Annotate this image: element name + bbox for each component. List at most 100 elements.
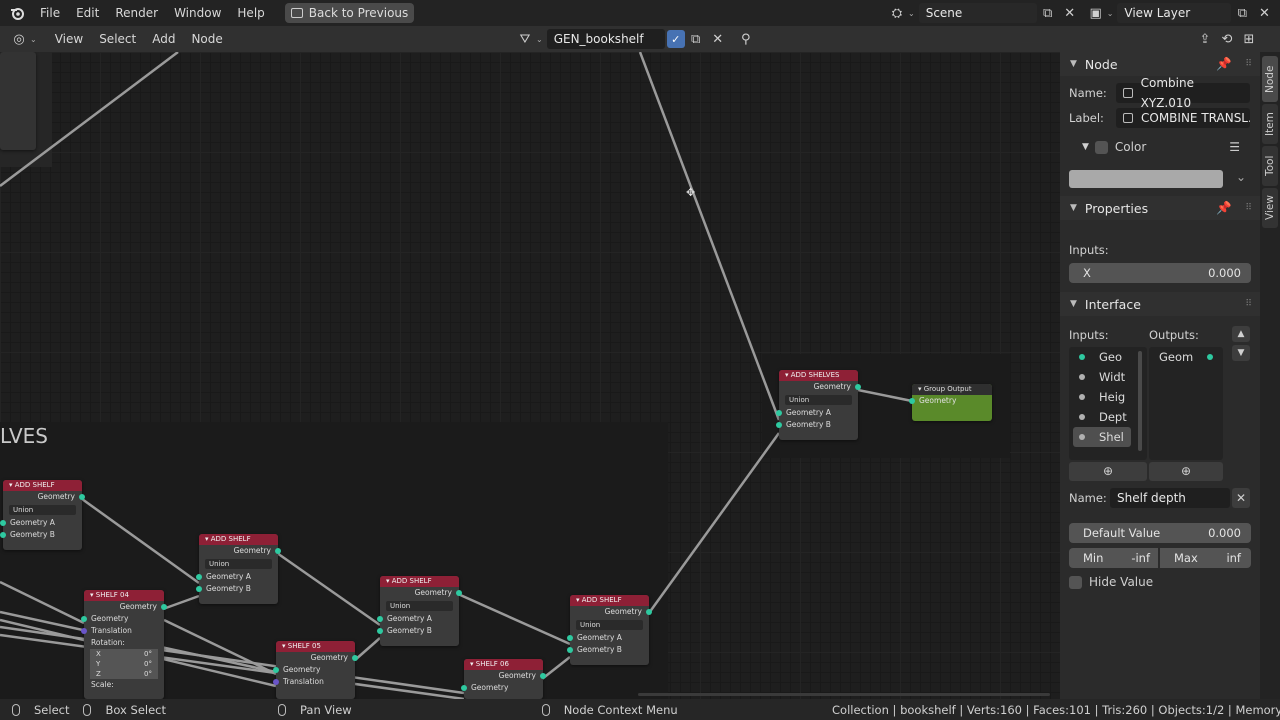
menu-help[interactable]: Help [229, 2, 272, 24]
output-socket[interactable] [79, 494, 85, 500]
shelf-06-header[interactable]: ▾ SHELF 06 [464, 659, 543, 670]
pin-icon[interactable]: 📌 [1216, 56, 1232, 72]
list-scrollbar[interactable] [1138, 351, 1142, 451]
node-tree-icon[interactable]: ⛛ [514, 28, 536, 50]
menu-window[interactable]: Window [166, 2, 229, 24]
header-menu-view[interactable]: View [47, 28, 91, 50]
add-shelves-header[interactable]: ▾ ADD SHELVES [779, 370, 858, 381]
snap-icon[interactable]: ⟲ [1216, 28, 1238, 50]
drag-handle-icon[interactable]: ⠿ [1245, 203, 1252, 213]
list-item[interactable]: Heig [1069, 387, 1147, 407]
add-input-button[interactable]: ⊕ [1069, 462, 1147, 481]
remove-scene-icon[interactable]: ✕ [1059, 2, 1081, 24]
default-value-field[interactable]: Default Value 0.000 [1069, 523, 1251, 543]
add-shelf-mode-dropdown[interactable]: Union [9, 505, 76, 515]
header-menu-add[interactable]: Add [144, 28, 183, 50]
vector-socket[interactable] [273, 679, 279, 685]
shelf-06-node[interactable]: ▾ SHELF 06 Geometry Geometry [461, 659, 546, 699]
tab-item[interactable]: Item [1262, 104, 1278, 144]
list-item[interactable]: Dept [1069, 407, 1147, 427]
view-layer-icon[interactable]: ▣ [1085, 2, 1107, 24]
x-value-field[interactable]: X 0.000 [1069, 263, 1251, 283]
pin-icon[interactable]: ⚲ [735, 28, 757, 50]
input-socket[interactable] [196, 574, 202, 580]
node-tree-name-field[interactable]: GEN_bookshelf [546, 29, 665, 49]
group-output-node[interactable]: ▾ Group Output Geometry [909, 384, 992, 421]
tab-tool[interactable]: Tool [1262, 146, 1278, 186]
list-item[interactable]: Widt [1069, 367, 1147, 387]
blender-logo-icon[interactable] [6, 2, 28, 24]
overlay-icon[interactable]: ⊞ [1238, 28, 1260, 50]
list-item-selected[interactable]: Shel [1073, 427, 1131, 447]
tab-node[interactable]: Node [1262, 56, 1278, 102]
input-socket[interactable] [81, 616, 87, 622]
horizontal-scrollbar[interactable] [638, 693, 1050, 696]
input-socket[interactable] [377, 616, 383, 622]
input-socket[interactable] [776, 410, 782, 416]
output-socket[interactable] [352, 655, 358, 661]
editor-type-icon[interactable]: ◎ [8, 28, 30, 50]
input-socket[interactable] [0, 532, 6, 538]
copy-scene-icon[interactable]: ⧉ [1037, 2, 1059, 24]
add-shelf-header[interactable]: ▾ ADD SHELF [3, 480, 82, 491]
output-socket[interactable] [456, 590, 462, 596]
clear-name-button[interactable]: ✕ [1232, 488, 1250, 508]
input-socket[interactable] [377, 628, 383, 634]
remove-view-layer-icon[interactable]: ✕ [1253, 2, 1275, 24]
back-to-previous-button[interactable]: Back to Previous [284, 3, 415, 23]
interface-inputs-list[interactable]: Geo Widt Heig Dept Shel [1069, 347, 1147, 460]
add-shelf-node[interactable]: ▾ ADD SHELF Geometry Union Geometry A Ge… [567, 595, 652, 665]
view-layer-selector[interactable]: View Layer [1117, 3, 1232, 23]
shelf-04-node[interactable]: ▾ SHELF 04 Geometry Geometry Translation… [81, 590, 167, 699]
input-socket[interactable] [776, 422, 782, 428]
vector-socket[interactable] [81, 628, 87, 634]
color-swatch[interactable] [1069, 170, 1223, 188]
list-item[interactable]: Geom [1149, 347, 1223, 367]
output-socket[interactable] [540, 673, 546, 679]
input-socket[interactable] [567, 647, 573, 653]
node-editor-canvas[interactable]: LVES ▾ ADD SHELVES Geometry Union Geomet… [0, 52, 1060, 699]
parent-tree-icon[interactable]: ⇪ [1194, 28, 1216, 50]
input-socket[interactable] [461, 685, 467, 691]
color-dropdown-icon[interactable]: ⌄ [1236, 170, 1246, 184]
checkbox-box[interactable] [1069, 575, 1082, 589]
input-socket[interactable] [567, 635, 573, 641]
duplicate-tree-icon[interactable]: ⧉ [685, 28, 707, 50]
min-value-field[interactable]: Min -inf [1069, 548, 1158, 568]
move-up-button[interactable]: ▲ [1232, 326, 1250, 342]
menu-render[interactable]: Render [107, 2, 166, 24]
presets-list-icon[interactable]: ☰ [1229, 140, 1240, 154]
menu-file[interactable]: File [32, 2, 68, 24]
output-socket[interactable] [646, 609, 652, 615]
add-shelf-mode-dropdown[interactable]: Union [576, 620, 643, 630]
node-label-field[interactable]: COMBINE TRANSL... [1116, 108, 1250, 128]
shelf-05-node[interactable]: ▾ SHELF 05 Geometry Geometry Translation [273, 641, 358, 699]
drag-handle-icon[interactable]: ⠿ [1245, 299, 1252, 309]
properties-section-header[interactable]: ▼ Properties 📌 ⠿ [1060, 196, 1260, 220]
add-shelves-mode-dropdown[interactable]: Union [785, 395, 852, 405]
output-socket[interactable] [275, 548, 281, 554]
add-shelves-node[interactable]: ▾ ADD SHELVES Geometry Union Geometry A … [776, 370, 861, 440]
list-item[interactable]: Geo [1069, 347, 1147, 367]
input-socket[interactable] [909, 398, 915, 404]
add-shelf-mode-dropdown[interactable]: Union [386, 601, 453, 611]
header-menu-node[interactable]: Node [183, 28, 230, 50]
group-output-header[interactable]: ▾ Group Output [912, 384, 992, 395]
add-shelf-header[interactable]: ▾ ADD SHELF [380, 576, 459, 587]
drag-handle-icon[interactable]: ⠿ [1245, 59, 1252, 69]
interface-section-header[interactable]: ▼ Interface ⠿ [1060, 292, 1260, 316]
socket-name-field[interactable]: Shelf depth [1110, 488, 1230, 508]
scene-icon[interactable]: ⛭ [886, 2, 908, 24]
rotation-x-field[interactable]: X 0° [90, 649, 158, 659]
add-shelf-header[interactable]: ▾ ADD SHELF [570, 595, 649, 606]
input-socket[interactable] [196, 586, 202, 592]
output-socket[interactable] [161, 604, 167, 610]
color-subpanel[interactable]: ▼ Color ☰ [1082, 140, 1252, 154]
fake-user-shield-icon[interactable]: ✓ [666, 30, 685, 48]
color-checkbox[interactable] [1094, 140, 1108, 154]
pin-icon[interactable]: 📌 [1216, 200, 1232, 216]
input-socket[interactable] [0, 520, 6, 526]
output-socket[interactable] [855, 384, 861, 390]
add-shelf-node[interactable]: ▾ ADD SHELF Geometry Union Geometry A Ge… [0, 480, 85, 550]
add-shelf-header[interactable]: ▾ ADD SHELF [199, 534, 278, 545]
